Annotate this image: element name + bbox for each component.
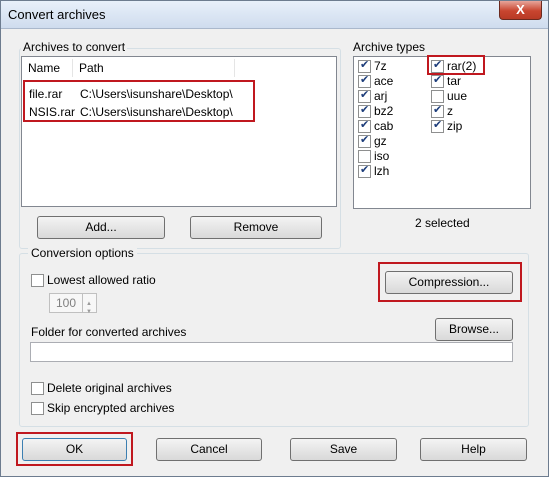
type-tar-checkbox[interactable] — [431, 73, 444, 88]
convert-archives-dialog: Convert archives X Archives to convert N… — [0, 0, 549, 477]
close-icon: X — [516, 2, 525, 17]
rar-highlight-box — [427, 55, 485, 75]
close-button[interactable]: X — [499, 1, 542, 20]
type-cab-checkbox[interactable] — [358, 118, 371, 133]
skip-encrypted-label: Skip encrypted archives — [47, 401, 175, 415]
archive-types-label: Archive types — [353, 40, 426, 54]
arrow-down-icon[interactable]: ▼ — [86, 303, 92, 321]
type-label: iso — [374, 149, 390, 163]
type-label: uue — [447, 89, 468, 103]
lowest-ratio-label: Lowest allowed ratio — [47, 273, 156, 287]
type-label: cab — [374, 119, 394, 133]
type-z-checkbox[interactable] — [431, 103, 444, 118]
archives-group-label: Archives to convert — [21, 40, 128, 54]
column-separator — [234, 59, 235, 77]
window-title: Convert archives — [8, 7, 106, 22]
cancel-button[interactable]: Cancel — [156, 438, 262, 461]
type-label: z — [447, 104, 453, 118]
folder-label: Folder for converted archives — [31, 325, 187, 339]
help-button[interactable]: Help — [420, 438, 527, 461]
archives-list[interactable]: Name Path file.rar C:\Users\isunshare\De… — [21, 56, 337, 207]
remove-button[interactable]: Remove — [190, 216, 322, 239]
ratio-spinner[interactable]: 100 ▲ ▼ — [49, 293, 97, 315]
title-bar[interactable]: Convert archives X — [1, 1, 548, 29]
type-iso-checkbox[interactable] — [358, 150, 371, 163]
type-arj-checkbox[interactable] — [358, 88, 371, 103]
type-label: ace — [374, 74, 394, 88]
lowest-ratio-checkbox[interactable] — [31, 274, 44, 287]
compression-highlight-box — [378, 262, 522, 302]
type-7z-checkbox[interactable] — [358, 58, 371, 73]
save-button[interactable]: Save — [290, 438, 397, 461]
conversion-options-label: Conversion options — [28, 246, 137, 260]
delete-original-label: Delete original archives — [47, 381, 172, 395]
type-label: tar — [447, 74, 462, 88]
type-ace-checkbox[interactable] — [358, 73, 371, 88]
column-header-path[interactable]: Path — [73, 57, 233, 79]
type-uue-checkbox[interactable] — [431, 90, 444, 103]
selected-count: 2 selected — [415, 216, 470, 230]
type-bz2-checkbox[interactable] — [358, 103, 371, 118]
type-label: zip — [447, 119, 463, 133]
skip-encrypted-checkbox[interactable] — [31, 402, 44, 415]
type-label: gz — [374, 134, 387, 148]
folder-input[interactable] — [30, 342, 513, 362]
ok-highlight-box — [16, 432, 133, 466]
type-lzh-checkbox[interactable] — [358, 163, 371, 178]
column-header-name[interactable]: Name — [22, 57, 72, 79]
browse-button[interactable]: Browse... — [435, 318, 513, 341]
files-highlight-box — [23, 80, 255, 122]
type-label: arj — [374, 89, 388, 103]
type-label: lzh — [374, 164, 390, 178]
delete-original-checkbox[interactable] — [31, 382, 44, 395]
type-label: bz2 — [374, 104, 394, 118]
archive-types-list[interactable]: 7z ace arj bz2 cab gz iso lzh rar(2) tar… — [353, 56, 531, 209]
type-label: 7z — [374, 59, 387, 73]
spinner-arrows[interactable]: ▲ ▼ — [82, 294, 96, 315]
type-gz-checkbox[interactable] — [358, 133, 371, 148]
type-zip-checkbox[interactable] — [431, 118, 444, 133]
add-button[interactable]: Add... — [37, 216, 165, 239]
ratio-value: 100 — [55, 296, 76, 310]
